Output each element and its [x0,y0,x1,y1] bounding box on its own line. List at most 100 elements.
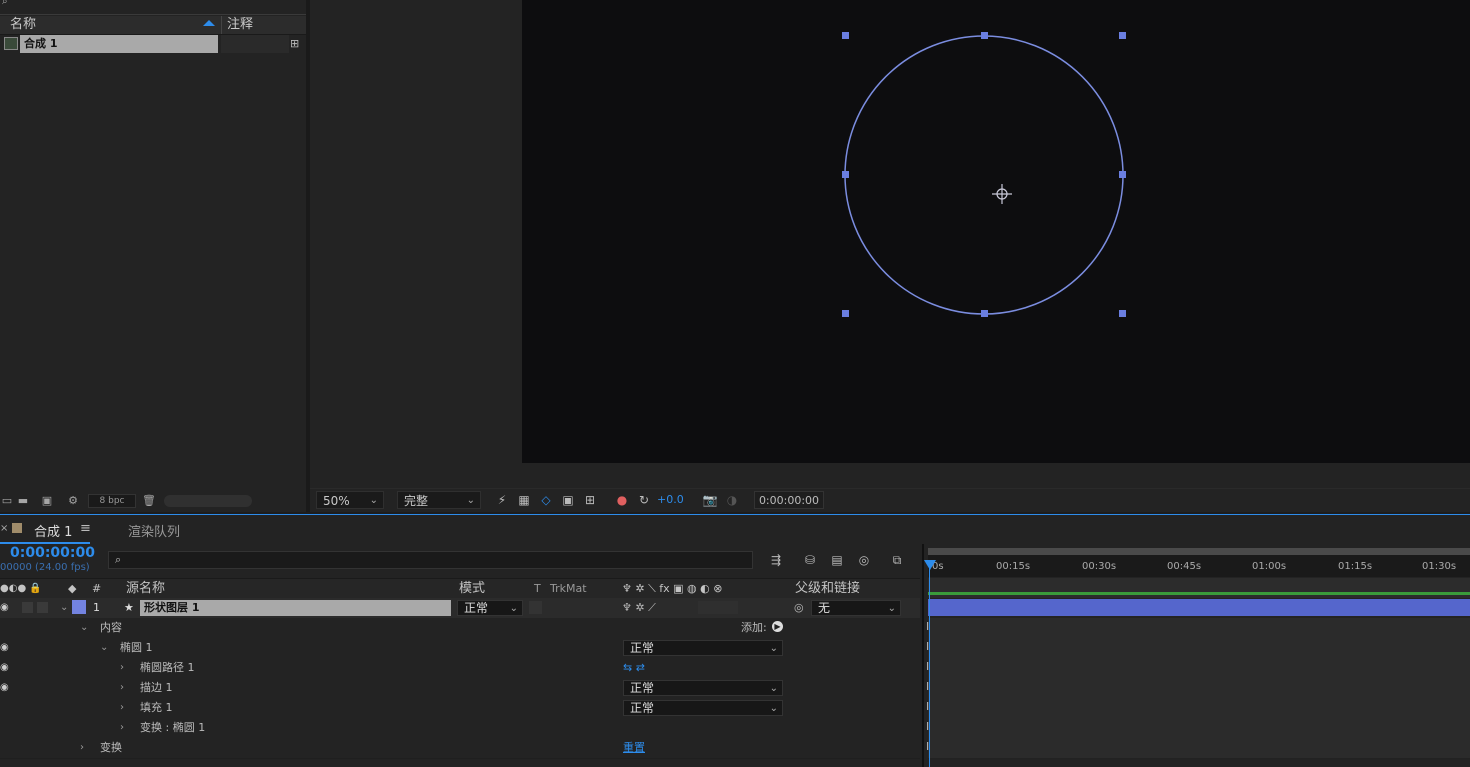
trkmat-toggle[interactable] [529,601,542,614]
handle-top [981,32,988,39]
stroke-label: 描边 1 [140,681,173,694]
prop-row-fill[interactable]: › 填充 1 正常 ⌄ [0,698,920,719]
project-search[interactable]: ⌕ [0,0,306,15]
ellipse-group-mode-dropdown[interactable]: 正常 ⌄ [623,640,783,656]
add-label[interactable]: 添加: [741,618,767,638]
shape-layer-star-icon: ★ [124,601,134,614]
project-settings-icon[interactable]: ⚙ [66,494,80,507]
path-direction-icon[interactable]: ⇆ ⇄ [623,658,645,678]
mask-visibility-icon[interactable]: ◇ [538,492,554,508]
stroke-mode-dropdown[interactable]: 正常 ⌄ [623,680,783,696]
project-item-comp[interactable]: 合成 1 ⊞ [0,35,306,53]
bounding-box-handles[interactable] [842,32,1126,317]
audio-toggle[interactable] [22,602,33,613]
visibility-eye-icon[interactable]: ◉ [0,638,9,658]
trash-icon[interactable]: 🗑 [142,494,156,507]
handle-bottom-right [1119,310,1126,317]
column-parent[interactable]: 父级和链接 [795,579,860,599]
chevron-right-icon[interactable]: › [120,698,124,718]
column-source-name[interactable]: 源名称 [126,579,165,599]
channel-icon[interactable]: ● [614,492,630,508]
pick-whip-icon[interactable]: ◎ [794,598,804,618]
visibility-eye-icon[interactable]: ◉ [0,678,9,698]
layer-row[interactable]: ◉ ⌄ 1 ★ 形状图层 1 正常 ⌄ ♆ ✲ ⟋ ◎ 无 ⌄ [0,598,920,619]
parent-dropdown[interactable]: 无 ⌄ [811,600,901,616]
handle-top-left [842,32,849,39]
new-folder-icon[interactable]: ▬ [16,494,30,507]
chevron-down-icon[interactable]: ⌄ [80,618,88,638]
layer-duration-bar[interactable] [928,599,1470,616]
prop-row-transform[interactable]: › 变换 重置 [0,738,920,759]
reset-exposure-icon[interactable]: ↻ [636,492,652,508]
time-ruler[interactable]: 0s 00:15s 00:30s 00:45s 01:00s 01:15s 01… [928,555,1470,577]
column-divider [221,16,222,34]
current-time[interactable]: 0:00:00:00 [10,545,95,561]
track-row [928,678,1470,699]
exposure-value[interactable]: +0.0 [657,492,684,508]
chevron-down-icon[interactable]: ⌄ [60,598,68,618]
interpret-footage-icon[interactable]: ▭ [0,494,14,507]
prop-row-ellipse-path[interactable]: ◉ › 椭圆路径 1 ⇆ ⇄ [0,658,920,679]
graph-editor-icon[interactable]: ⧉ [889,552,905,568]
prop-row-stroke[interactable]: ◉ › 描边 1 正常 ⌄ [0,678,920,699]
anchor-point-icon[interactable] [992,184,1012,204]
layer-label-color[interactable] [72,600,86,614]
chevron-right-icon[interactable]: › [120,678,124,698]
visibility-eye-icon[interactable]: ◉ [0,598,9,618]
layer-name[interactable]: 形状图层 1 [140,600,451,616]
region-of-interest-icon[interactable]: ▣ [560,492,576,508]
composition-canvas[interactable] [522,0,1470,463]
work-area-bar[interactable] [928,548,1470,555]
work-area-range[interactable] [928,548,1470,555]
column-name[interactable]: 名称 [10,16,36,34]
project-scrollbar[interactable] [164,495,252,507]
chevron-right-icon[interactable]: › [120,658,124,678]
solo-toggle[interactable] [37,602,48,613]
prop-row-contents[interactable]: ⌄ 内容 添加: ▶ [0,618,920,639]
frame-blending-icon[interactable]: ▤ [829,552,845,568]
playhead-line[interactable] [929,568,930,767]
tab-menu-icon[interactable]: ≡ [80,521,91,536]
column-comment[interactable]: 注释 [227,16,253,34]
layer-switches[interactable]: ♆ ✲ ⟋ [622,598,656,618]
chevron-down-icon[interactable]: ⌄ [100,638,108,658]
project-footer: ▭ ▬ ▣ ⚙ 8 bpc 🗑 [0,492,306,510]
snapshot-icon[interactable]: 📷 [702,492,718,508]
new-composition-icon[interactable]: ▣ [40,494,54,507]
layer-mode-dropdown[interactable]: 正常 ⌄ [457,600,523,616]
show-snapshot-icon[interactable]: ◑ [724,492,740,508]
prop-row-ellipse-group[interactable]: ◉ ⌄ 椭圆 1 正常 ⌄ [0,638,920,659]
fill-mode-dropdown[interactable]: 正常 ⌄ [623,700,783,716]
sort-ascending-icon[interactable] [203,20,215,26]
column-t[interactable]: T [534,579,541,599]
transparency-grid-icon[interactable]: ▦ [516,492,532,508]
flowchart-icon[interactable]: ⊞ [290,37,299,50]
timeline-search-input[interactable]: ⌕ [108,551,753,569]
timeline-column-header: ●◐● 🔒 ◆ # 源名称 模式 T TrkMat ♆ ✲ ⟍ fx ▣ ◍ ◐… [0,578,920,600]
chevron-right-icon[interactable]: › [120,718,124,738]
chevron-right-icon[interactable]: › [80,738,84,758]
reset-link[interactable]: 重置 [623,738,645,758]
close-icon[interactable]: × [0,523,8,534]
tab-composition[interactable]: 合成 1 [34,521,72,540]
column-mode[interactable]: 模式 [459,579,485,599]
visibility-eye-icon[interactable]: ◉ [0,658,9,678]
zoom-dropdown[interactable]: 50% ⌄ [316,491,384,509]
playhead-handle[interactable] [924,560,936,570]
bit-depth-button[interactable]: 8 bpc [88,494,136,508]
ruler-tick: 01:15s [1338,561,1373,572]
composition-flowchart-icon[interactable]: ⇶ [768,552,784,568]
column-trkmat[interactable]: TrkMat [550,579,587,599]
resolution-dropdown[interactable]: 完整 ⌄ [397,491,481,509]
ellipse-shape[interactable] [844,35,1124,315]
fill-label: 填充 1 [140,701,173,714]
motion-blur-icon[interactable]: ◎ [856,552,872,568]
viewer-timecode[interactable]: 0:00:00:00 [754,491,824,509]
layer-switch-boxes[interactable] [698,601,738,614]
shy-layers-icon[interactable]: ⛁ [802,552,818,568]
prop-row-transform-ellipse[interactable]: › 变换 : 椭圆 1 [0,718,920,739]
tab-render-queue[interactable]: 渲染队列 [128,521,180,540]
grid-guides-icon[interactable]: ⊞ [582,492,598,508]
fast-preview-icon[interactable]: ⚡ [494,492,510,508]
add-menu-icon[interactable]: ▶ [772,621,783,632]
